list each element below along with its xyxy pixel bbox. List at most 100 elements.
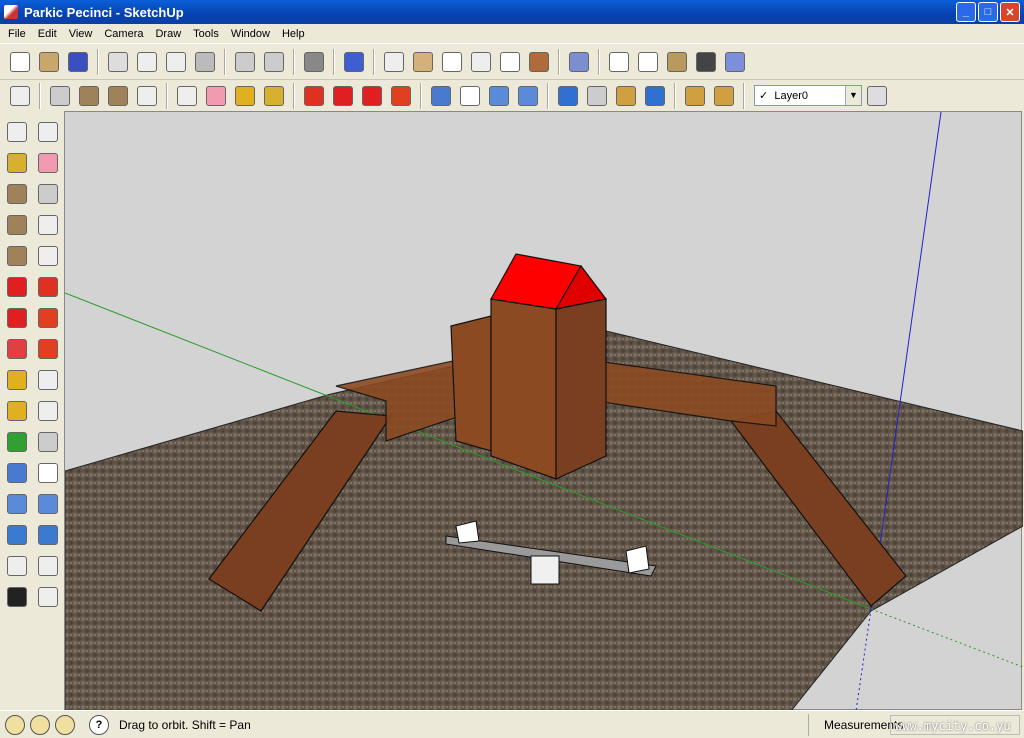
line-button[interactable] (32, 178, 63, 209)
maximize-button[interactable]: □ (978, 2, 998, 22)
close-button[interactable]: ✕ (1000, 2, 1020, 22)
rotate-button[interactable] (1, 302, 32, 333)
monochrome-button[interactable] (721, 48, 749, 76)
zoom-button[interactable] (1, 488, 32, 519)
rectangle-button[interactable] (1, 178, 32, 209)
model-info-button[interactable] (340, 48, 368, 76)
zoom-button[interactable] (485, 82, 513, 110)
help-icon[interactable]: ? (89, 714, 109, 735)
dimension-button[interactable] (32, 364, 63, 395)
orbit-button[interactable] (1, 457, 32, 488)
text-button[interactable] (32, 395, 63, 426)
zoom-window-button[interactable] (32, 488, 63, 519)
layer-manager-button[interactable] (863, 82, 891, 110)
layer-visible-check[interactable]: ✓ (759, 89, 768, 102)
menu-view[interactable]: View (63, 28, 99, 40)
walk-button[interactable] (1, 581, 32, 612)
erase-button[interactable] (191, 48, 219, 76)
model-viewport[interactable] (64, 111, 1024, 712)
eraser-button[interactable] (32, 147, 63, 178)
menu-camera[interactable]: Camera (98, 28, 149, 40)
user-icon[interactable] (55, 714, 75, 735)
redo-button[interactable] (260, 48, 288, 76)
eraser-button[interactable] (202, 82, 230, 110)
zoom-extents-button[interactable] (32, 519, 63, 550)
cut-button[interactable] (104, 48, 132, 76)
paint-bucket-button[interactable] (260, 82, 288, 110)
select-button[interactable] (6, 82, 34, 110)
open-button[interactable] (35, 48, 63, 76)
chevron-down-icon[interactable]: ▼ (845, 86, 861, 105)
scale-button[interactable] (1, 333, 32, 364)
polygon-button[interactable] (1, 240, 32, 271)
get-component-button[interactable] (681, 82, 709, 110)
push-pull-button[interactable] (32, 271, 63, 302)
arc-button[interactable] (133, 82, 161, 110)
follow-me-button[interactable] (32, 302, 63, 333)
push-pull-button[interactable] (300, 82, 328, 110)
geo-location-icon[interactable] (5, 714, 25, 735)
scene[interactable] (64, 111, 1024, 712)
position-camera-button[interactable] (1, 550, 32, 581)
orbit-button[interactable] (427, 82, 455, 110)
front-view-button[interactable] (438, 48, 466, 76)
right-view-button[interactable] (467, 48, 495, 76)
axes-button[interactable] (1, 426, 32, 457)
menu-edit[interactable]: Edit (32, 28, 63, 40)
shaded-textures-button[interactable] (692, 48, 720, 76)
measurements-box[interactable]: www.mycity.co.yu (890, 715, 1020, 735)
left-view-button[interactable] (525, 48, 553, 76)
layer-select[interactable]: ✓ Layer0 ▼ (754, 85, 862, 106)
freehand-button[interactable] (32, 240, 63, 271)
get-location-button[interactable] (554, 82, 582, 110)
look-around-button[interactable] (32, 550, 63, 581)
minimize-button[interactable]: _ (956, 2, 976, 22)
tape-measure-button[interactable] (231, 82, 259, 110)
top-view-button[interactable] (409, 48, 437, 76)
menu-help[interactable]: Help (276, 28, 311, 40)
3d-text-button[interactable] (32, 426, 63, 457)
zoom-extents-button[interactable] (514, 82, 542, 110)
menu-draw[interactable]: Draw (149, 28, 187, 40)
make-component-button[interactable] (32, 116, 63, 147)
move-button[interactable] (329, 82, 357, 110)
pan-button[interactable] (456, 82, 484, 110)
iso-view-button[interactable] (380, 48, 408, 76)
paint-bucket-button[interactable] (1, 147, 32, 178)
offset-button[interactable] (32, 333, 63, 364)
credits-icon[interactable] (30, 714, 50, 735)
arc-button[interactable] (32, 209, 63, 240)
menu-window[interactable]: Window (225, 28, 276, 40)
share-component-button[interactable] (710, 82, 738, 110)
circle-button[interactable] (104, 82, 132, 110)
undo-button[interactable] (231, 48, 259, 76)
protractor-button[interactable] (1, 395, 32, 426)
back-view-button[interactable] (496, 48, 524, 76)
move-button[interactable] (1, 271, 32, 302)
get-models-button[interactable] (641, 82, 669, 110)
xray-button[interactable] (565, 48, 593, 76)
new-button[interactable] (6, 48, 34, 76)
follow-me-button[interactable] (387, 82, 415, 110)
hidden-line-button[interactable] (634, 48, 662, 76)
rotate-button[interactable] (358, 82, 386, 110)
save-button[interactable] (64, 48, 92, 76)
place-model-button[interactable] (612, 82, 640, 110)
pencil-button[interactable] (46, 82, 74, 110)
pan-button[interactable] (32, 457, 63, 488)
section-plane-button[interactable] (32, 581, 63, 612)
circle-button[interactable] (1, 209, 32, 240)
copy-button[interactable] (133, 48, 161, 76)
tape-measure-button[interactable] (1, 364, 32, 395)
menu-tools[interactable]: Tools (187, 28, 225, 40)
paste-button[interactable] (162, 48, 190, 76)
wireframe-button[interactable] (605, 48, 633, 76)
rectangle-button[interactable] (75, 82, 103, 110)
menu-file[interactable]: File (2, 28, 32, 40)
make-component-button[interactable] (173, 82, 201, 110)
previous-view-button[interactable] (1, 519, 32, 550)
shaded-button[interactable] (663, 48, 691, 76)
toggle-terrain-button[interactable] (583, 82, 611, 110)
print-button[interactable] (300, 48, 328, 76)
select-button[interactable] (1, 116, 32, 147)
